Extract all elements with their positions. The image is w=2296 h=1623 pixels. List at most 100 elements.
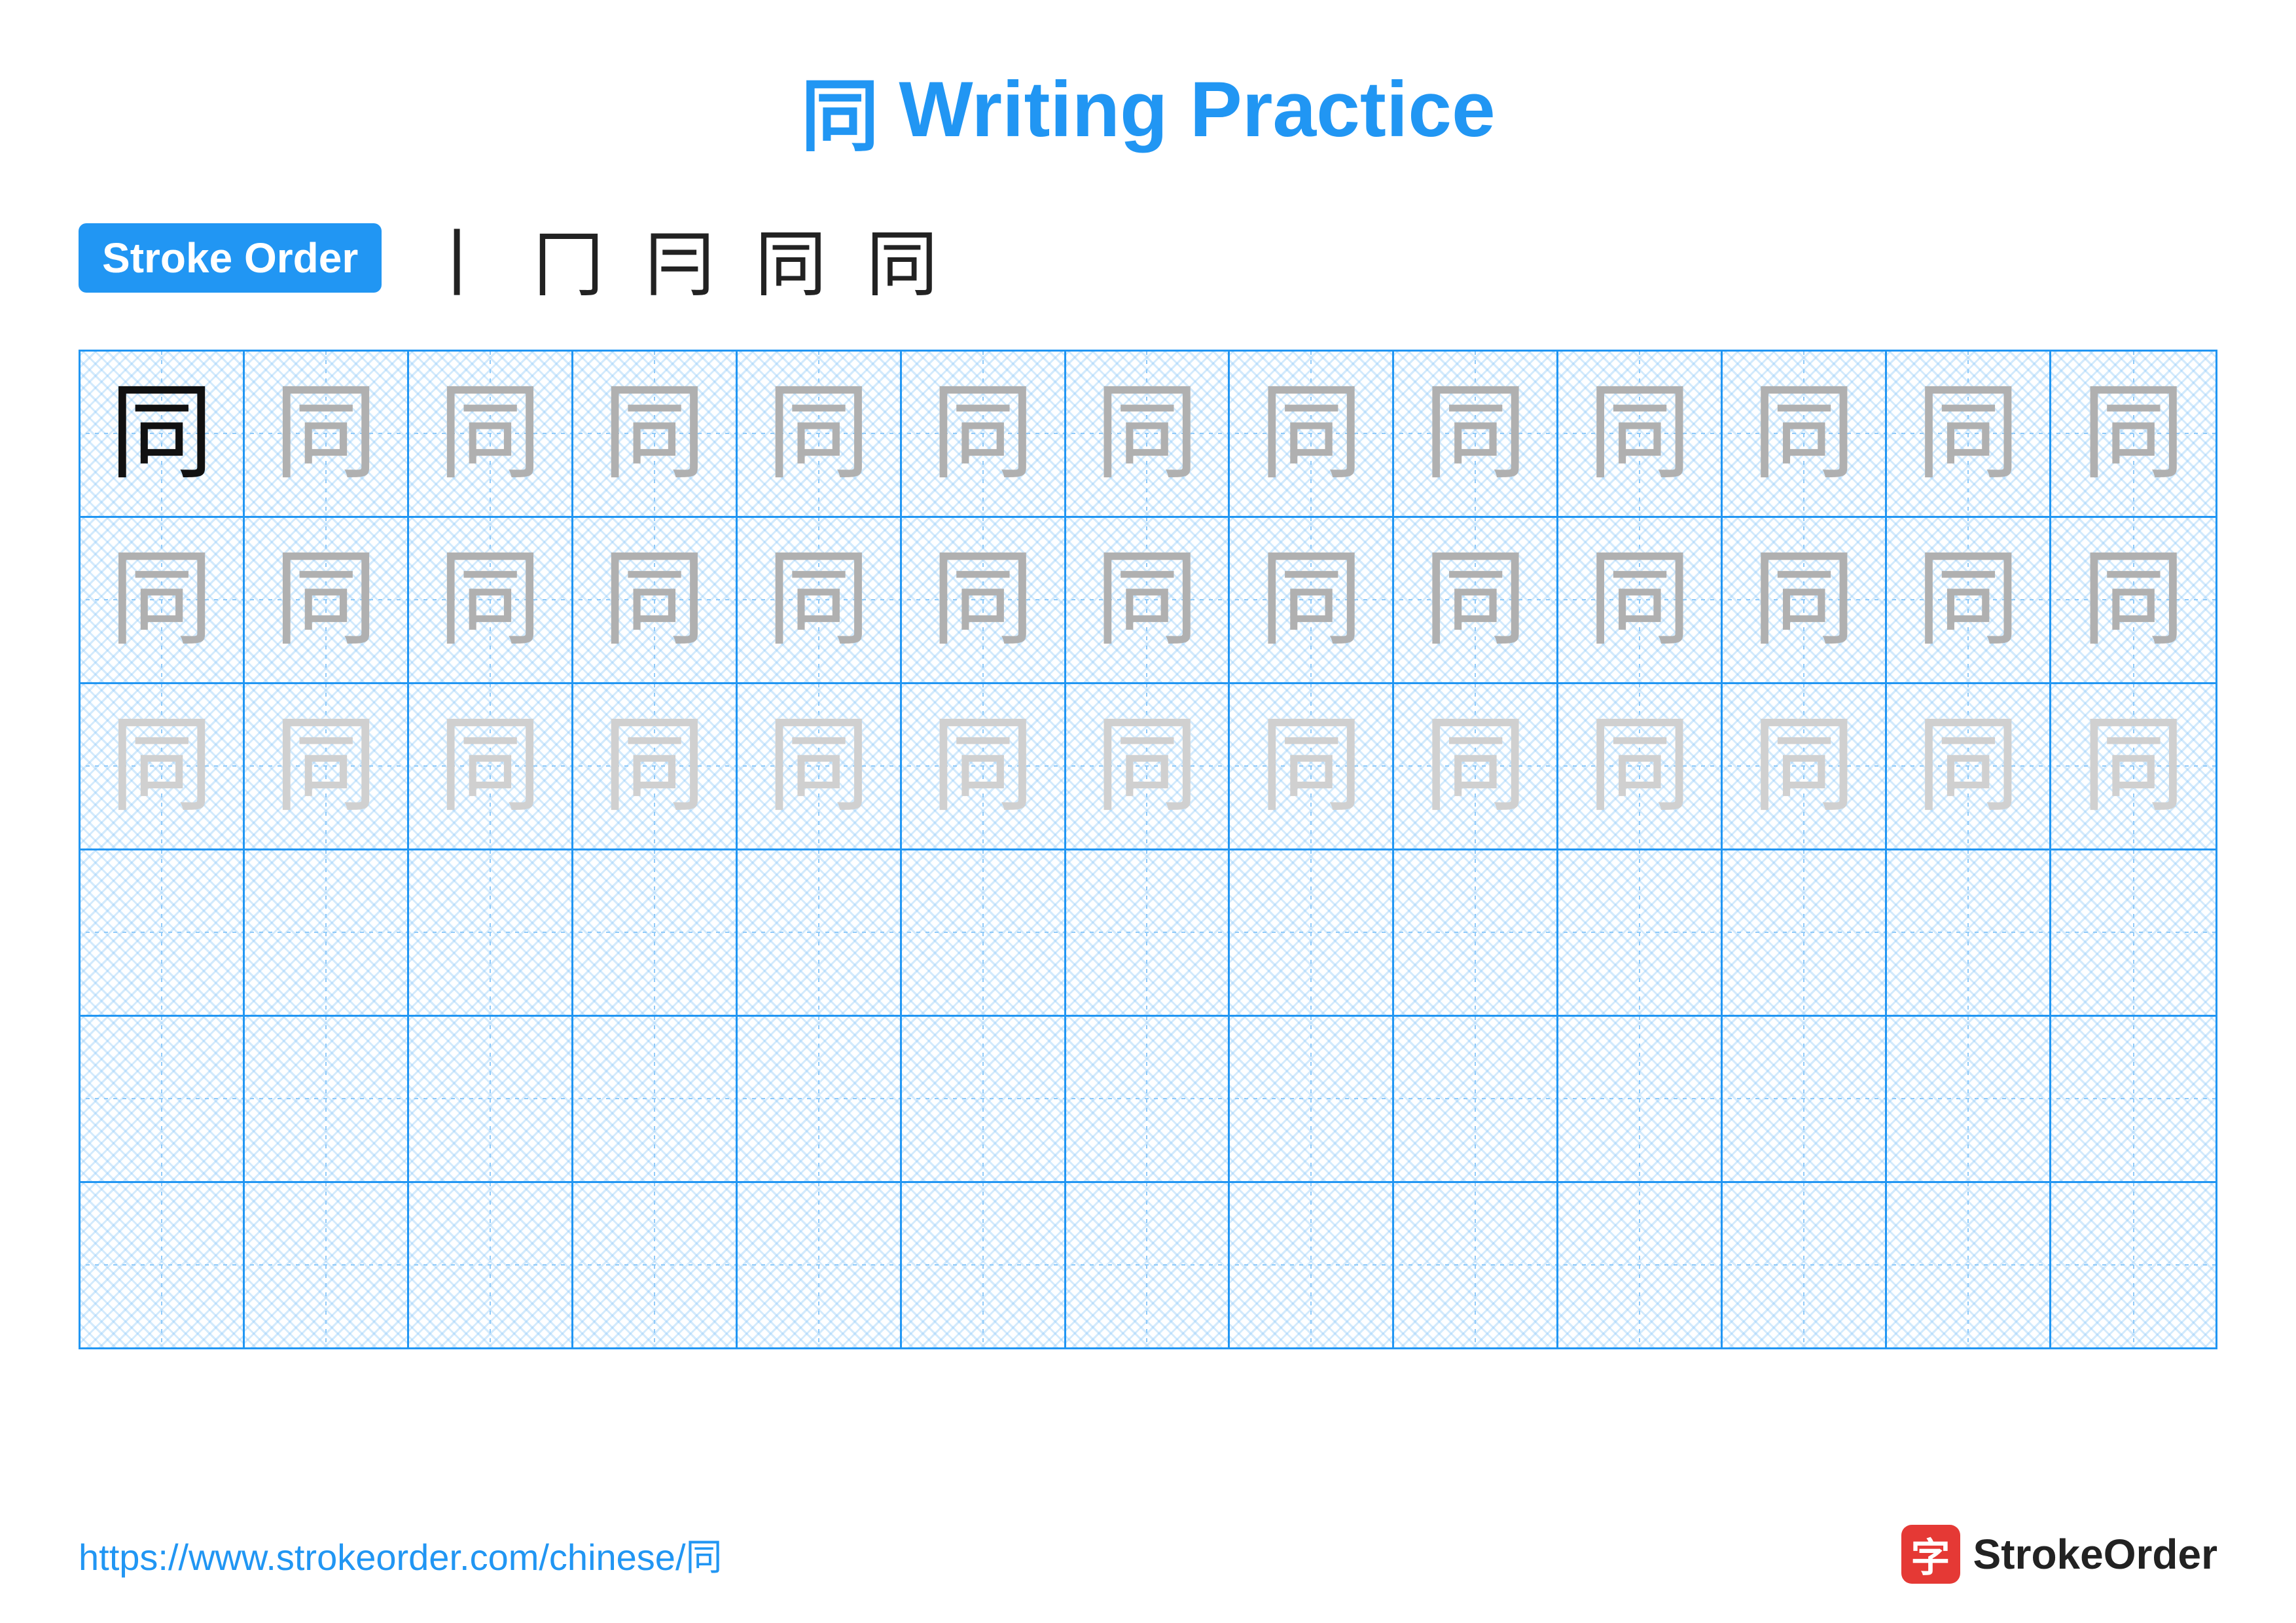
grid-cell-6-6[interactable] bbox=[902, 1183, 1066, 1347]
footer-url[interactable]: https://www.strokeorder.com/chinese/同 bbox=[79, 1528, 723, 1581]
practice-char: 同 bbox=[766, 381, 871, 486]
practice-char: 同 bbox=[931, 547, 1035, 652]
practice-char: 同 bbox=[1259, 714, 1363, 818]
practice-char: 同 bbox=[1423, 547, 1528, 652]
grid-cell-1-8[interactable]: 同 bbox=[1230, 352, 1394, 516]
grid-cell-1-11[interactable]: 同 bbox=[1723, 352, 1887, 516]
page: 同 Writing Practice Stroke Order 丨 冂 冃 同 … bbox=[0, 0, 2296, 1623]
grid-cell-6-10[interactable] bbox=[1558, 1183, 1723, 1347]
grid-cell-5-12[interactable] bbox=[1887, 1017, 2051, 1181]
grid-cell-5-8[interactable] bbox=[1230, 1017, 1394, 1181]
grid-cell-4-12[interactable] bbox=[1887, 850, 2051, 1015]
grid-cell-6-7[interactable] bbox=[1066, 1183, 1230, 1347]
grid-cell-3-4[interactable]: 同 bbox=[573, 684, 738, 848]
grid-cell-4-10[interactable] bbox=[1558, 850, 1723, 1015]
grid-cell-1-2[interactable]: 同 bbox=[245, 352, 409, 516]
grid-cell-2-8[interactable]: 同 bbox=[1230, 518, 1394, 682]
grid-cell-2-1[interactable]: 同 bbox=[81, 518, 245, 682]
grid-cell-2-13[interactable]: 同 bbox=[2051, 518, 2215, 682]
grid-cell-3-1[interactable]: 同 bbox=[81, 684, 245, 848]
grid-cell-3-12[interactable]: 同 bbox=[1887, 684, 2051, 848]
grid-cell-2-9[interactable]: 同 bbox=[1394, 518, 1558, 682]
grid-cell-4-11[interactable] bbox=[1723, 850, 1887, 1015]
grid-cell-4-1[interactable] bbox=[81, 850, 245, 1015]
grid-row-2: 同 同 同 同 同 同 同 同 同 同 同 同 同 bbox=[81, 518, 2215, 684]
grid-cell-4-5[interactable] bbox=[738, 850, 902, 1015]
footer-brand: 字 StrokeOrder bbox=[1901, 1525, 2217, 1584]
grid-cell-6-1[interactable] bbox=[81, 1183, 245, 1347]
grid-cell-2-2[interactable]: 同 bbox=[245, 518, 409, 682]
grid-cell-2-12[interactable]: 同 bbox=[1887, 518, 2051, 682]
grid-cell-2-10[interactable]: 同 bbox=[1558, 518, 1723, 682]
grid-cell-5-2[interactable] bbox=[245, 1017, 409, 1181]
grid-cell-6-3[interactable] bbox=[409, 1183, 573, 1347]
grid-cell-6-12[interactable] bbox=[1887, 1183, 2051, 1347]
grid-cell-3-13[interactable]: 同 bbox=[2051, 684, 2215, 848]
practice-char: 同 bbox=[1423, 714, 1528, 818]
grid-cell-4-3[interactable] bbox=[409, 850, 573, 1015]
practice-char: 同 bbox=[1587, 381, 1692, 486]
grid-cell-6-2[interactable] bbox=[245, 1183, 409, 1347]
grid-row-6 bbox=[81, 1183, 2215, 1347]
grid-cell-3-2[interactable]: 同 bbox=[245, 684, 409, 848]
grid-cell-2-11[interactable]: 同 bbox=[1723, 518, 1887, 682]
grid-cell-5-13[interactable] bbox=[2051, 1017, 2215, 1181]
practice-char: 同 bbox=[1751, 381, 1856, 486]
grid-cell-6-8[interactable] bbox=[1230, 1183, 1394, 1347]
grid-cell-3-9[interactable]: 同 bbox=[1394, 684, 1558, 848]
grid-cell-2-7[interactable]: 同 bbox=[1066, 518, 1230, 682]
grid-cell-4-2[interactable] bbox=[245, 850, 409, 1015]
practice-char: 同 bbox=[109, 714, 214, 818]
grid-cell-4-7[interactable] bbox=[1066, 850, 1230, 1015]
grid-cell-1-4[interactable]: 同 bbox=[573, 352, 738, 516]
grid-cell-2-4[interactable]: 同 bbox=[573, 518, 738, 682]
grid-cell-3-10[interactable]: 同 bbox=[1558, 684, 1723, 848]
grid-cell-2-5[interactable]: 同 bbox=[738, 518, 902, 682]
grid-cell-6-9[interactable] bbox=[1394, 1183, 1558, 1347]
grid-cell-1-10[interactable]: 同 bbox=[1558, 352, 1723, 516]
grid-cell-5-6[interactable] bbox=[902, 1017, 1066, 1181]
grid-cell-2-6[interactable]: 同 bbox=[902, 518, 1066, 682]
grid-cell-1-1[interactable]: 同 bbox=[81, 352, 245, 516]
grid-cell-6-13[interactable] bbox=[2051, 1183, 2215, 1347]
grid-cell-1-3[interactable]: 同 bbox=[409, 352, 573, 516]
grid-cell-6-5[interactable] bbox=[738, 1183, 902, 1347]
grid-cell-3-3[interactable]: 同 bbox=[409, 684, 573, 848]
grid-cell-5-1[interactable] bbox=[81, 1017, 245, 1181]
grid-cell-4-4[interactable] bbox=[573, 850, 738, 1015]
grid-cell-1-13[interactable]: 同 bbox=[2051, 352, 2215, 516]
practice-char: 同 bbox=[1259, 381, 1363, 486]
practice-char: 同 bbox=[109, 381, 214, 486]
grid-cell-6-4[interactable] bbox=[573, 1183, 738, 1347]
grid-cell-3-11[interactable]: 同 bbox=[1723, 684, 1887, 848]
grid-cell-5-9[interactable] bbox=[1394, 1017, 1558, 1181]
grid-cell-1-5[interactable]: 同 bbox=[738, 352, 902, 516]
brand-name: StrokeOrder bbox=[1973, 1530, 2217, 1578]
grid-cell-1-9[interactable]: 同 bbox=[1394, 352, 1558, 516]
grid-cell-4-9[interactable] bbox=[1394, 850, 1558, 1015]
grid-cell-3-6[interactable]: 同 bbox=[902, 684, 1066, 848]
practice-char: 同 bbox=[2081, 714, 2186, 818]
grid-cell-5-3[interactable] bbox=[409, 1017, 573, 1181]
grid-cell-5-10[interactable] bbox=[1558, 1017, 1723, 1181]
grid-cell-1-6[interactable]: 同 bbox=[902, 352, 1066, 516]
grid-cell-5-4[interactable] bbox=[573, 1017, 738, 1181]
practice-char: 同 bbox=[1587, 714, 1692, 818]
grid-cell-4-13[interactable] bbox=[2051, 850, 2215, 1015]
grid-cell-5-11[interactable] bbox=[1723, 1017, 1887, 1181]
grid-cell-2-3[interactable]: 同 bbox=[409, 518, 573, 682]
grid-cell-1-12[interactable]: 同 bbox=[1887, 352, 2051, 516]
practice-char: 同 bbox=[1751, 547, 1856, 652]
practice-char: 同 bbox=[602, 547, 707, 652]
grid-cell-4-8[interactable] bbox=[1230, 850, 1394, 1015]
grid-cell-1-7[interactable]: 同 bbox=[1066, 352, 1230, 516]
grid-cell-4-6[interactable] bbox=[902, 850, 1066, 1015]
grid-cell-3-7[interactable]: 同 bbox=[1066, 684, 1230, 848]
practice-grid[interactable]: 同 同 同 同 同 同 同 同 同 同 同 同 同 同 同 同 同 同 同 同 … bbox=[79, 350, 2217, 1349]
grid-cell-5-7[interactable] bbox=[1066, 1017, 1230, 1181]
grid-cell-5-5[interactable] bbox=[738, 1017, 902, 1181]
grid-cell-6-11[interactable] bbox=[1723, 1183, 1887, 1347]
practice-char: 同 bbox=[1094, 547, 1199, 652]
grid-cell-3-8[interactable]: 同 bbox=[1230, 684, 1394, 848]
grid-cell-3-5[interactable]: 同 bbox=[738, 684, 902, 848]
